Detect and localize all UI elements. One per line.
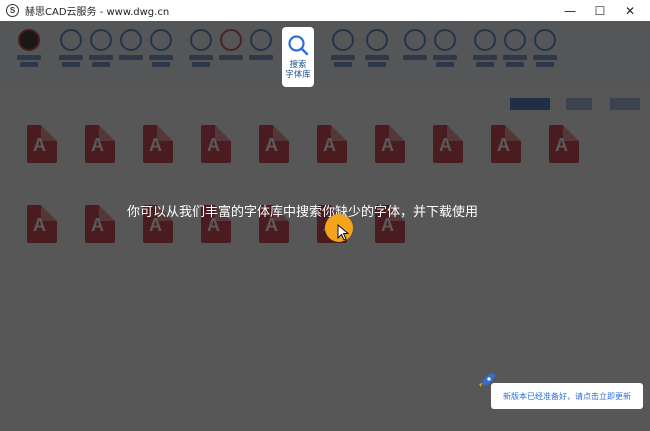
search-font-library-label-1: 搜索 xyxy=(289,60,307,70)
title-bar: S 赫思CAD云服务 - www.dwg.cn — ☐ ✕ xyxy=(0,0,650,21)
close-button[interactable]: ✕ xyxy=(615,0,645,21)
guide-tip-text: 你可以从我们丰富的字体库中搜索你缺少的字体，并下载使用 xyxy=(127,205,479,220)
minimize-button[interactable]: — xyxy=(555,0,585,21)
app-logo-icon: S xyxy=(6,4,19,17)
search-icon xyxy=(286,33,310,57)
search-font-library-label-2: 字体库 xyxy=(285,70,311,80)
update-notification[interactable]: 新版本已经准备好，请点击立即更新 xyxy=(491,383,643,409)
maximize-button[interactable]: ☐ xyxy=(585,0,615,21)
window-title: 赫思CAD云服务 - www.dwg.cn xyxy=(25,7,170,18)
search-font-library-button[interactable]: 搜索 字体库 xyxy=(282,27,314,87)
cursor-icon xyxy=(337,223,350,245)
